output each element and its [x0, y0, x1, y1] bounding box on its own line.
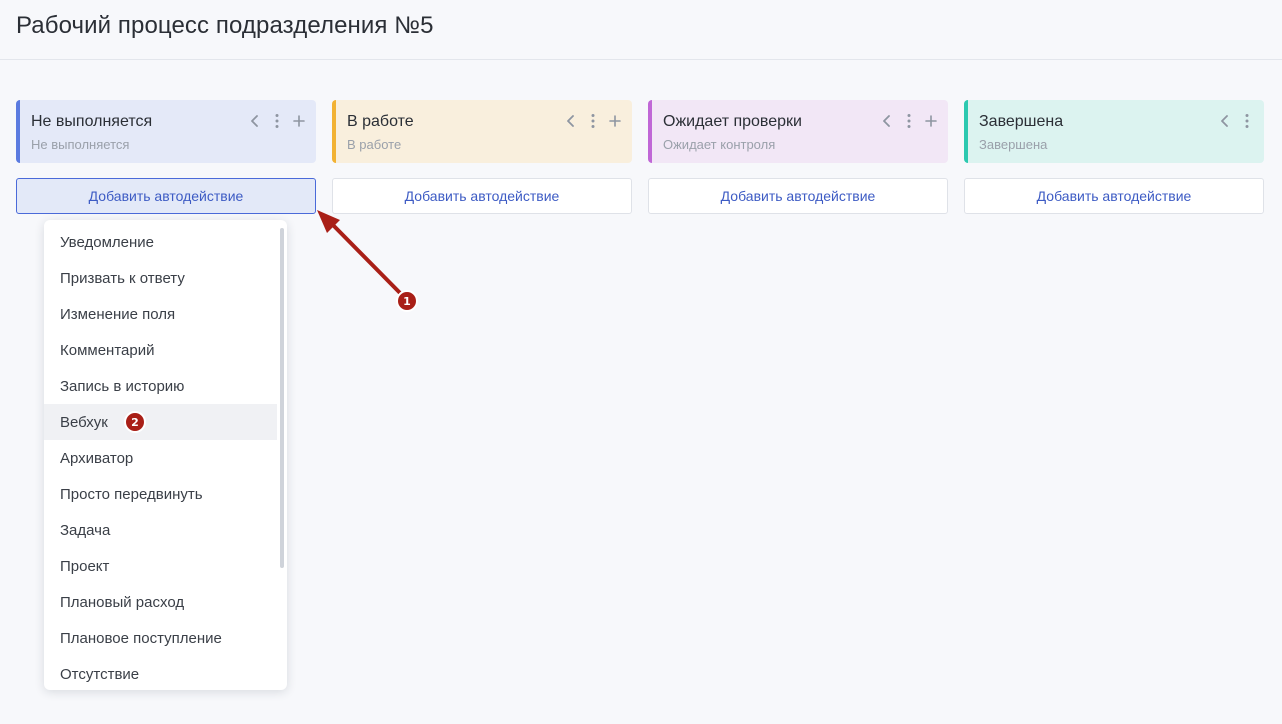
stage-description: В работе: [347, 137, 402, 152]
stage-actions: [564, 112, 622, 130]
stage-name: В работе: [347, 113, 414, 130]
chevron-left-icon[interactable]: [1218, 112, 1232, 130]
stage-name: Завершена: [979, 113, 1064, 130]
stage-column-not-started: Не выполняется Не выполняется Добавить а…: [16, 100, 316, 214]
annotation-badge-2: 2: [124, 411, 146, 433]
menu-item-just-move[interactable]: Просто передвинуть: [44, 476, 277, 512]
menu-item-absence[interactable]: Отсутствие: [44, 656, 277, 690]
stage-card[interactable]: В работе В работе: [332, 100, 632, 163]
stage-description: Завершена: [979, 137, 1048, 152]
stage-column-in-progress: В работе В работе Добавить автодействие: [332, 100, 632, 214]
chevron-left-icon[interactable]: [880, 112, 894, 130]
stage-name: Не выполняется: [31, 113, 153, 130]
stage-column-awaiting-review: Ожидает проверки Ожидает контроля Добави…: [648, 100, 948, 214]
menu-item-comment[interactable]: Комментарий: [44, 332, 277, 368]
add-autoaction-button[interactable]: Добавить автодействие: [16, 178, 316, 214]
stage-actions: [1218, 112, 1254, 130]
menu-item-webhook[interactable]: Вебхук: [44, 404, 277, 440]
menu-item-planned-income[interactable]: Плановое поступление: [44, 620, 277, 656]
dropdown-scrollbar[interactable]: [280, 228, 284, 568]
page-title: Рабочий процесс подразделения №5: [16, 12, 434, 39]
chevron-left-icon[interactable]: [248, 112, 262, 130]
add-autoaction-button[interactable]: Добавить автодействие: [648, 178, 948, 214]
add-autoaction-button[interactable]: Добавить автодействие: [332, 178, 632, 214]
stage-name: Ожидает проверки: [663, 113, 802, 130]
stage-actions: [880, 112, 938, 130]
more-vertical-icon[interactable]: [1240, 112, 1254, 130]
add-autoaction-button[interactable]: Добавить автодействие: [964, 178, 1264, 214]
more-vertical-icon[interactable]: [586, 112, 600, 130]
autoaction-dropdown: Уведомление Призвать к ответу Изменение …: [44, 220, 287, 690]
stage-description: Не выполняется: [31, 137, 130, 152]
stage-card[interactable]: Завершена Завершена: [964, 100, 1264, 163]
page-header: Рабочий процесс подразделения №5: [0, 0, 1282, 60]
menu-item-archiver[interactable]: Архиватор: [44, 440, 277, 476]
stage-description: Ожидает контроля: [663, 137, 776, 152]
menu-item-label: Вебхук: [60, 413, 108, 431]
more-vertical-icon[interactable]: [902, 112, 916, 130]
menu-item-field-change[interactable]: Изменение поля: [44, 296, 277, 332]
plus-icon[interactable]: [292, 112, 306, 130]
menu-item-planned-expense[interactable]: Плановый расход: [44, 584, 277, 620]
plus-icon[interactable]: [608, 112, 622, 130]
stage-column-completed: Завершена Завершена Добавить автодействи…: [964, 100, 1264, 214]
more-vertical-icon[interactable]: [270, 112, 284, 130]
stage-card[interactable]: Не выполняется Не выполняется: [16, 100, 316, 163]
stage-card[interactable]: Ожидает проверки Ожидает контроля: [648, 100, 948, 163]
menu-item-notification[interactable]: Уведомление: [44, 224, 277, 260]
chevron-left-icon[interactable]: [564, 112, 578, 130]
menu-item-project[interactable]: Проект: [44, 548, 277, 584]
menu-item-call-to-answer[interactable]: Призвать к ответу: [44, 260, 277, 296]
menu-item-history-record[interactable]: Запись в историю: [44, 368, 277, 404]
plus-icon[interactable]: [924, 112, 938, 130]
annotation-badge-1: 1: [396, 290, 418, 312]
menu-item-task[interactable]: Задача: [44, 512, 277, 548]
stage-actions: [248, 112, 306, 130]
